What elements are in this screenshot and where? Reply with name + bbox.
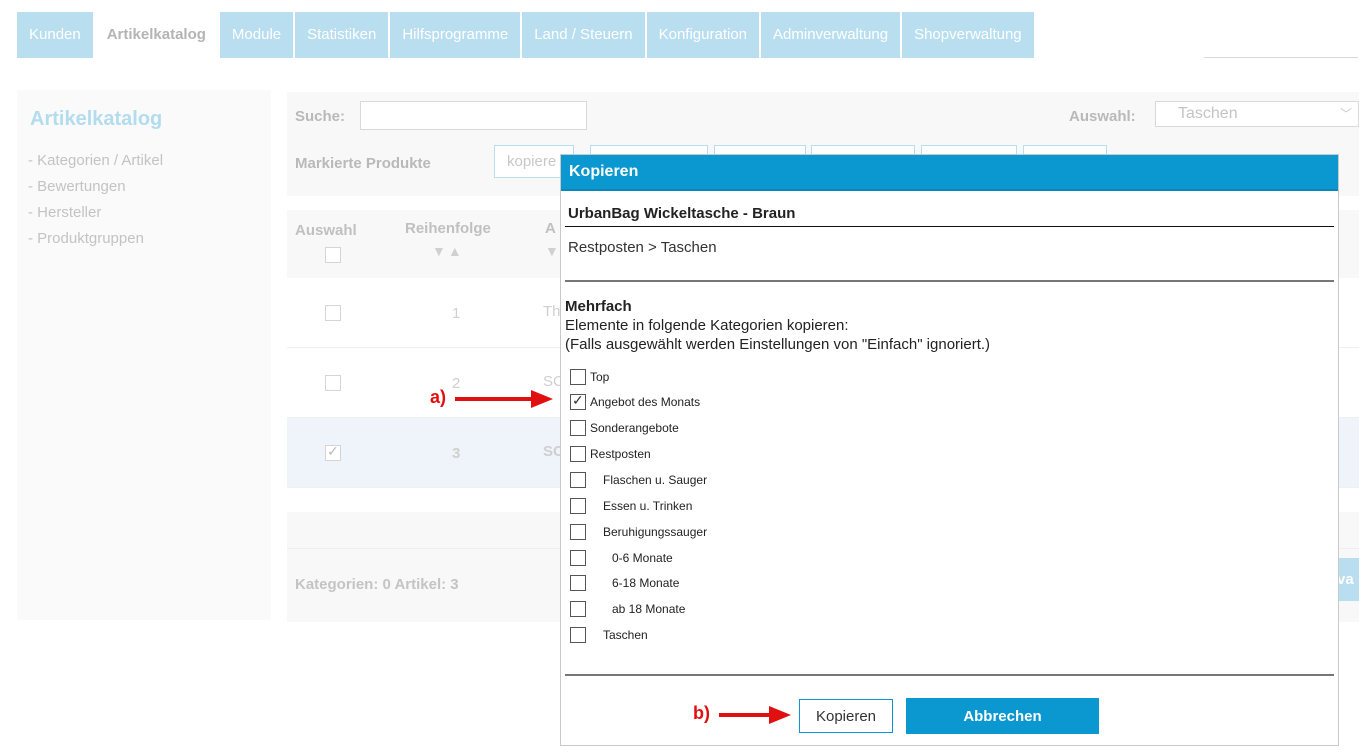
category-option-flaschen-u-sauger[interactable]: Flaschen u. Sauger: [570, 470, 707, 490]
annotation-b-label: b): [693, 703, 710, 723]
sidebar-item-produktgruppen[interactable]: - Produktgruppen: [28, 230, 144, 247]
annotation-b-arrow-icon: [719, 706, 791, 724]
dialog-category-path: Restposten > Taschen: [568, 239, 717, 256]
tab-adminverwaltung[interactable]: Adminverwaltung: [761, 12, 901, 58]
dialog-divider: [565, 674, 1334, 676]
nav-divider: [1204, 57, 1358, 58]
abbrechen-button[interactable]: Abbrechen: [906, 698, 1099, 734]
category-checkbox[interactable]: [570, 550, 586, 566]
mehrfach-title: Mehrfach: [565, 298, 632, 315]
category-option-beruhigungssauger[interactable]: Beruhigungssauger: [570, 522, 707, 542]
row-checkbox[interactable]: [325, 375, 341, 391]
category-option-6-18-monate[interactable]: 6-18 Monate: [570, 573, 679, 593]
tab-hilfsprogramme[interactable]: Hilfsprogramme: [390, 12, 521, 58]
search-input[interactable]: [360, 101, 587, 130]
select-all-checkbox[interactable]: [325, 247, 341, 263]
category-select-value: Taschen: [1178, 105, 1238, 122]
category-label: Restposten: [590, 447, 651, 461]
auswahl-label: Auswahl:: [1069, 108, 1136, 125]
category-checkbox[interactable]: [570, 472, 586, 488]
screenshot-root: Kunden Artikelkatalog Module Statistiken…: [0, 0, 1359, 754]
category-label: Top: [590, 370, 610, 384]
category-option-top[interactable]: Top: [570, 367, 609, 387]
search-label: Suche:: [295, 108, 346, 125]
category-checkbox[interactable]: [570, 420, 586, 436]
sort-arrow-icon[interactable]: ▼: [545, 243, 561, 259]
dialog-divider: [565, 280, 1334, 282]
footer-edge-button[interactable]: va: [1337, 558, 1359, 601]
col-partial-header: A: [545, 220, 556, 237]
category-checkbox[interactable]: [570, 446, 586, 462]
category-label: Sonderangebote: [590, 421, 679, 435]
category-checkbox[interactable]: [570, 369, 586, 385]
category-label: Beruhigungssauger: [603, 525, 708, 539]
category-label: Taschen: [603, 628, 648, 642]
dialog-title: Kopieren: [561, 155, 1338, 191]
category-select[interactable]: Taschen ﹀: [1155, 101, 1359, 127]
category-checkbox[interactable]: [570, 392, 586, 410]
dialog-product-name: UrbanBag Wickeltasche - Braun: [568, 205, 796, 222]
category-label: 0-6 Monate: [612, 551, 673, 565]
sort-arrows-icon[interactable]: ▼▲: [432, 243, 464, 259]
row-name: Th: [543, 303, 561, 320]
tab-artikelkatalog[interactable]: Artikelkatalog: [94, 12, 218, 58]
copy-dialog: Kopieren UrbanBag Wickeltasche - Braun R…: [560, 154, 1339, 746]
category-checkbox[interactable]: [570, 498, 586, 514]
col-auswahl-header: Auswahl: [295, 222, 357, 239]
kopieren-button[interactable]: Kopieren: [799, 699, 893, 733]
category-option-essen-u-trinken[interactable]: Essen u. Trinken: [570, 496, 692, 516]
tab-kunden[interactable]: Kunden: [17, 12, 93, 58]
annotation-a-arrow-icon: [455, 390, 553, 408]
row-checkbox[interactable]: [325, 305, 341, 321]
category-checkbox[interactable]: [570, 601, 586, 617]
category-label: Angebot des Monats: [590, 395, 701, 409]
col-reihenfolge-header[interactable]: Reihenfolge: [405, 220, 491, 237]
row-order: 3: [452, 445, 461, 462]
row-order: 1: [452, 305, 461, 322]
sidebar-item-bewertungen[interactable]: - Bewertungen: [28, 178, 126, 195]
sidebar-item-hersteller[interactable]: - Hersteller: [28, 204, 101, 221]
category-label: 6-18 Monate: [612, 576, 680, 590]
chevron-down-icon: ﹀: [1339, 107, 1352, 121]
tab-land-steuern[interactable]: Land / Steuern: [522, 12, 645, 58]
top-navigation: Kunden Artikelkatalog Module Statistiken…: [17, 12, 1036, 58]
category-checkbox[interactable]: [570, 627, 586, 643]
category-option-taschen[interactable]: Taschen: [570, 625, 648, 645]
sidebar-item-kategorien-artikel[interactable]: - Kategorien / Artikel: [28, 152, 163, 169]
sidebar: Artikelkatalog - Kategorien / Artikel - …: [17, 90, 271, 620]
dialog-divider: [565, 226, 1334, 227]
annotation-a-label: a): [430, 387, 447, 407]
category-label: Essen u. Trinken: [603, 499, 693, 513]
category-option-angebot-des-monats[interactable]: Angebot des Monats: [570, 392, 700, 412]
category-checkbox[interactable]: [570, 575, 586, 591]
tab-statistiken[interactable]: Statistiken: [295, 12, 389, 58]
marked-products-label: Markierte Produkte: [295, 155, 431, 172]
row-checkbox[interactable]: [325, 443, 341, 461]
mehrfach-note: (Falls ausgewählt werden Einstellungen v…: [565, 336, 991, 353]
category-option-ab-18-monate[interactable]: ab 18 Monate: [570, 599, 685, 619]
category-option-restposten[interactable]: Restposten: [570, 444, 651, 464]
footer-stats: Kategorien: 0 Artikel: 3: [295, 576, 459, 593]
category-label: ab 18 Monate: [612, 602, 686, 616]
category-option-0-6-monate[interactable]: 0-6 Monate: [570, 548, 673, 568]
tab-shopverwaltung[interactable]: Shopverwaltung: [902, 12, 1034, 58]
tab-module[interactable]: Module: [219, 12, 294, 58]
tab-konfiguration[interactable]: Konfiguration: [646, 12, 760, 58]
category-option-sonderangebote[interactable]: Sonderangebote: [570, 418, 679, 438]
category-checkbox[interactable]: [570, 524, 586, 540]
mehrfach-description: Elemente in folgende Kategorien kopieren…: [565, 317, 849, 334]
category-label: Flaschen u. Sauger: [603, 473, 708, 487]
sidebar-title: Artikelkatalog: [30, 108, 163, 130]
